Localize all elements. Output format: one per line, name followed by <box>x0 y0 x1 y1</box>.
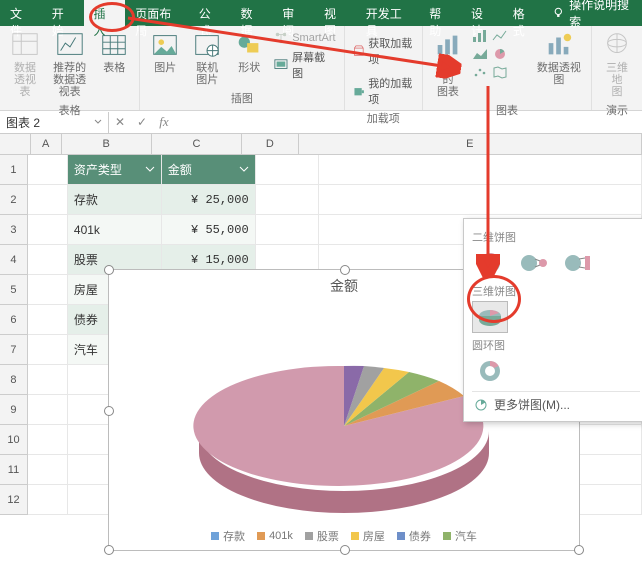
3d-map-button[interactable]: 三维地 图 <box>598 28 636 100</box>
formula-bar: 图表 2 ✕ ✓ fx <box>0 111 642 134</box>
col-D[interactable]: D <box>242 134 299 154</box>
group-label-addins: 加载项 <box>367 110 400 126</box>
map-chart-button[interactable] <box>491 64 509 80</box>
tab-formula[interactable]: 公式 <box>189 0 231 26</box>
get-addins-button[interactable]: 获取加载项 <box>351 34 416 68</box>
globe-icon <box>602 30 632 60</box>
ribbon-group-tours: 三维地 图 演示 <box>592 26 642 110</box>
online-pic-button[interactable]: 联机图片 <box>188 28 226 88</box>
donut-option[interactable] <box>472 355 508 387</box>
pie-3d-option[interactable] <box>472 301 508 333</box>
ribbon-group-illustrations: 图片 联机图片 形状 SmartArt 屏幕截图 插图 <box>140 26 344 110</box>
picture-icon <box>150 30 180 60</box>
resize-handle[interactable] <box>340 265 350 275</box>
worksheet-grid: A B C D E 1 资产类型 金额 2存款¥ 25,000 3401k¥ 5… <box>0 134 642 567</box>
more-pie-button[interactable]: 更多饼图(M)... <box>472 391 640 417</box>
ribbon-group-addins: 获取加载项 我的加载项 加载项 <box>345 26 423 110</box>
table-button[interactable]: 表格 <box>95 28 133 76</box>
group-label-charts: 图表 <box>496 102 518 118</box>
group-label-illus: 插图 <box>231 90 253 106</box>
table-cell[interactable]: 401k <box>68 215 162 245</box>
rec-pivot-icon <box>55 30 85 60</box>
online-pic-icon <box>192 30 222 60</box>
rec-charts-icon <box>433 30 463 60</box>
table-cell[interactable]: ¥ 55,000 <box>162 215 256 245</box>
bulb-icon <box>552 6 565 20</box>
pie-chart-button[interactable] <box>491 46 509 62</box>
picture-button[interactable]: 图片 <box>146 28 184 76</box>
col-B[interactable]: B <box>62 134 152 154</box>
tab-home[interactable]: 开始 <box>42 0 84 26</box>
ribbon: 数据 透视表 推荐的 数据透视表 表格 表格 图片 联机图片 <box>0 26 642 111</box>
tab-insert[interactable]: 插入 <box>84 0 126 26</box>
ribbon-group-tables: 数据 透视表 推荐的 数据透视表 表格 表格 <box>0 26 140 110</box>
table-cell[interactable]: 存款 <box>68 185 162 215</box>
rec-charts-button[interactable]: 推荐的 图表 <box>429 28 467 100</box>
tab-file[interactable]: 文件 <box>0 0 42 26</box>
chart-legend: 存款 401k 股票 房屋 债券 汽车 <box>109 528 579 544</box>
filter-icon[interactable] <box>239 165 249 175</box>
pivot-chart-icon <box>544 30 574 60</box>
filter-icon[interactable] <box>145 165 155 175</box>
col-E[interactable]: E <box>299 134 642 154</box>
chart-type-grid <box>471 28 529 80</box>
enter-button[interactable]: ✓ <box>131 115 153 129</box>
smartart-icon <box>274 31 288 45</box>
tab-layout[interactable]: 页面布局 <box>125 0 188 26</box>
line-chart-button[interactable] <box>491 28 509 44</box>
resize-handle[interactable] <box>104 265 114 275</box>
smartart-button[interactable]: SmartArt <box>272 30 337 46</box>
puzzle-icon <box>353 84 365 98</box>
pivot-chart-button[interactable]: 数据透视图 <box>533 28 585 88</box>
shapes-button[interactable]: 形状 <box>230 28 268 76</box>
table-header-amount[interactable]: 金额 <box>162 155 256 185</box>
screenshot-icon <box>274 58 288 72</box>
tab-design[interactable]: 设计 <box>461 0 503 26</box>
tell-me[interactable]: 操作说明搜索 <box>544 0 642 26</box>
group-label-tours: 演示 <box>606 102 628 118</box>
pie-of-pie-option[interactable] <box>516 247 552 279</box>
shapes-icon <box>234 30 264 60</box>
col-A[interactable]: A <box>31 134 62 154</box>
name-box[interactable]: 图表 2 <box>0 112 109 133</box>
area-chart-button[interactable] <box>471 46 489 62</box>
pivot-table-icon <box>10 30 40 60</box>
resize-handle[interactable] <box>104 406 114 416</box>
screenshot-button[interactable]: 屏幕截图 <box>272 48 337 82</box>
insert-function-button[interactable]: fx <box>153 114 175 130</box>
bar-chart-button[interactable] <box>471 28 489 44</box>
tab-format[interactable]: 格式 <box>503 0 545 26</box>
store-icon <box>353 44 365 58</box>
table-cell[interactable]: ¥ 25,000 <box>162 185 256 215</box>
tab-view[interactable]: 视图 <box>314 0 356 26</box>
popup-section-3d: 三维饼图 <box>472 283 640 299</box>
bar-of-pie-option[interactable] <box>560 247 596 279</box>
title-bar: 文件 开始 插入 页面布局 公式 数据 审阅 视图 开发工具 帮助 设计 格式 … <box>0 0 642 26</box>
table-icon <box>99 30 129 60</box>
chevron-down-icon <box>94 118 102 126</box>
resize-handle[interactable] <box>574 545 584 555</box>
col-C[interactable]: C <box>152 134 242 154</box>
popup-section-donut: 圆环图 <box>472 337 640 353</box>
my-addins-button[interactable]: 我的加载项 <box>351 74 416 108</box>
tab-dev[interactable]: 开发工具 <box>356 0 419 26</box>
pie-2d-option[interactable] <box>472 247 508 279</box>
tab-review[interactable]: 审阅 <box>272 0 314 26</box>
pivot-table-button[interactable]: 数据 透视表 <box>6 28 44 100</box>
tab-help[interactable]: 帮助 <box>419 0 461 26</box>
pie-icon <box>474 398 488 412</box>
tab-data[interactable]: 数据 <box>230 0 272 26</box>
popup-section-2d: 二维饼图 <box>472 229 640 245</box>
resize-handle[interactable] <box>104 545 114 555</box>
cancel-button[interactable]: ✕ <box>109 115 131 129</box>
resize-handle[interactable] <box>340 545 350 555</box>
ribbon-group-charts: 推荐的 图表 数据透视图 图表 <box>423 26 592 110</box>
table-header-type[interactable]: 资产类型 <box>68 155 162 185</box>
scatter-chart-button[interactable] <box>471 64 489 80</box>
select-all[interactable] <box>0 134 31 154</box>
rec-pivot-button[interactable]: 推荐的 数据透视表 <box>48 28 91 100</box>
row-header[interactable]: 1 <box>0 155 28 185</box>
pie-chart-popup: 二维饼图 三维饼图 圆环图 更多饼图(M)... <box>463 218 642 422</box>
